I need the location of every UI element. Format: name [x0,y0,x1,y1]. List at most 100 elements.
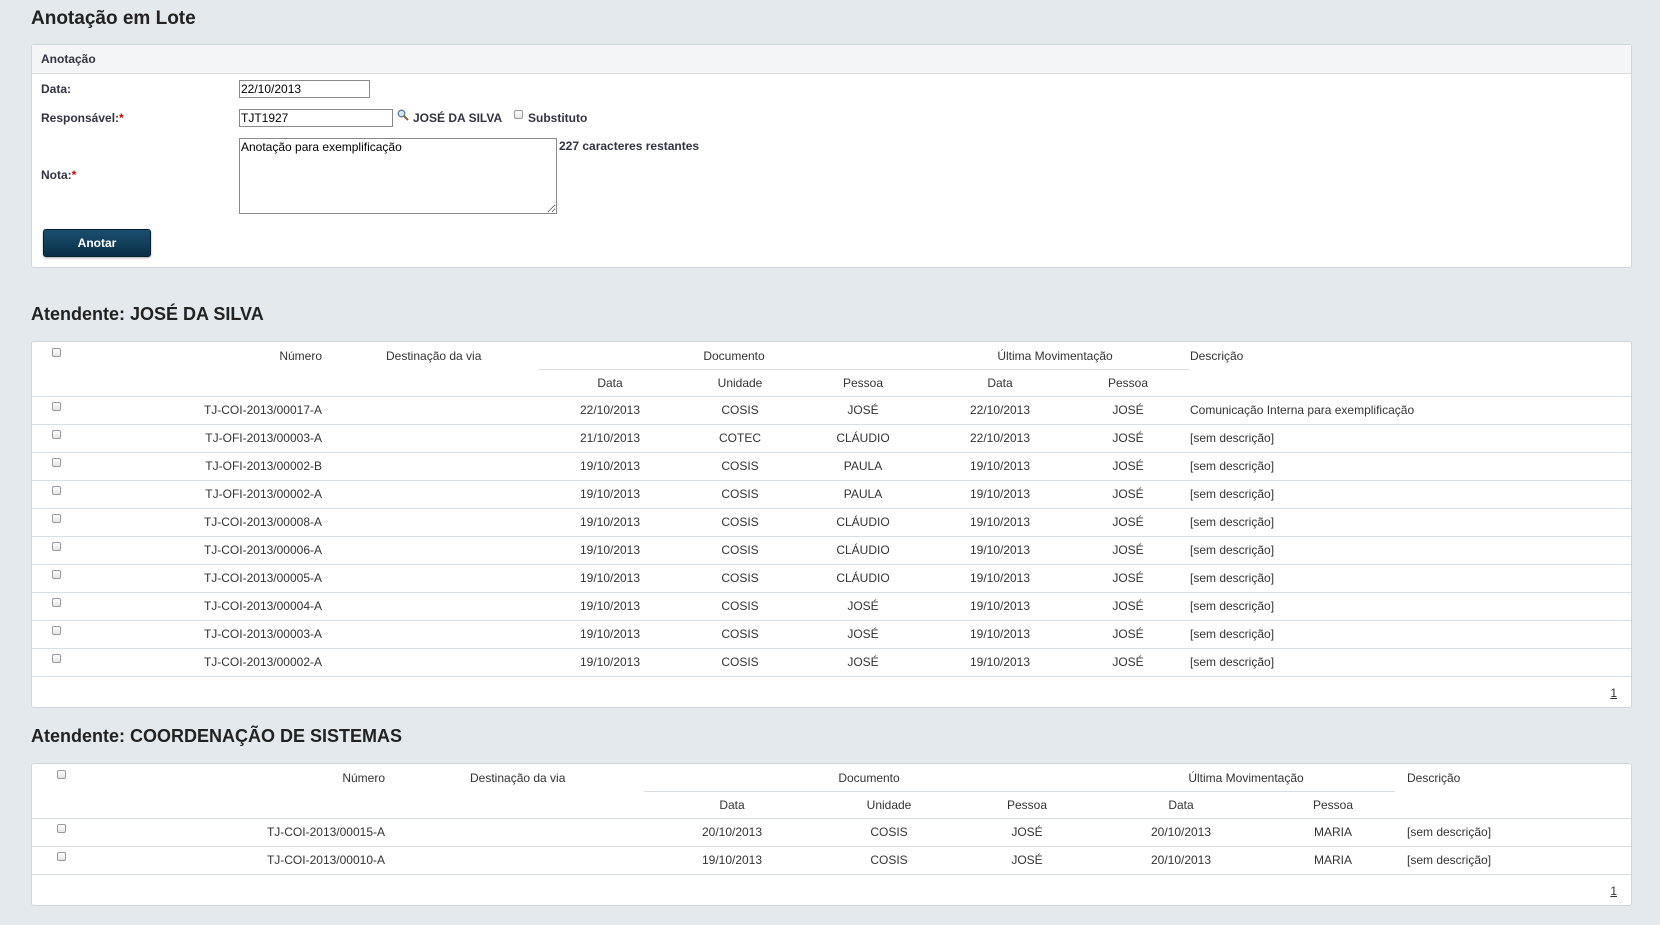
cell-descricao: [sem descrição] [1407,825,1492,839]
cell-descricao: [sem descrição] [1190,543,1275,557]
cell-doc-pessoa: JOSÉ [847,655,879,669]
row-divider [32,536,1631,537]
cell-doc-unidade: COSIS [870,853,908,867]
header-mov-data: Data [1168,798,1194,812]
cell-doc-pessoa: JOSÉ [1011,853,1043,867]
cell-mov-pessoa: JOSÉ [1112,459,1144,473]
row-divider [32,452,1631,453]
cell-doc-data: 20/10/2013 [701,825,763,839]
select-all-checkbox[interactable] [52,348,61,357]
row-checkbox[interactable] [52,626,61,635]
row-checkbox[interactable] [52,486,61,495]
cell-numero: TJ-COI-2013/00004-A [203,599,322,613]
cell-descricao: Comunicação Interna para exemplificação [1190,403,1415,417]
header-bottom-border [32,818,1631,819]
cell-mov-data: 19/10/2013 [969,571,1031,585]
header-documento: Documento [703,349,765,363]
select-all-checkbox[interactable] [57,770,66,779]
row-checkbox[interactable] [52,402,61,411]
row-checkbox[interactable] [52,654,61,663]
header-doc-data: Data [719,798,745,812]
row-checkbox[interactable] [52,570,61,579]
cell-mov-data: 19/10/2013 [969,599,1031,613]
cell-numero: TJ-COI-2013/00008-A [203,515,322,529]
cell-doc-data: 19/10/2013 [579,543,641,557]
nota-textarea[interactable]: Anotação para exemplificação [239,138,557,214]
cell-mov-data: 20/10/2013 [1150,825,1212,839]
cell-descricao: [sem descrição] [1407,853,1492,867]
cell-doc-data: 22/10/2013 [579,403,641,417]
cell-numero: TJ-COI-2013/00005-A [203,571,322,585]
pagination-page-link[interactable]: 1 [1610,686,1617,700]
chars-remaining: 227 caracteres restantes [559,139,700,153]
header-destinacao: Destinação da via [470,771,566,785]
search-icon[interactable] [397,108,409,126]
cell-doc-data: 19/10/2013 [579,515,641,529]
row-divider [32,648,1631,649]
cell-doc-unidade: COSIS [721,403,759,417]
cell-numero: TJ-OFI-2013/00003-A [205,431,322,445]
data-label: Data: [41,82,72,96]
row-checkbox[interactable] [57,824,66,833]
cell-doc-pessoa: CLÁUDIO [836,571,890,585]
header-numero: Número [279,349,322,363]
cell-doc-unidade: COSIS [721,487,759,501]
row-divider [32,676,1631,677]
cell-doc-unidade: COSIS [721,515,759,529]
cell-doc-unidade: COSIS [721,627,759,641]
row-checkbox[interactable] [52,458,61,467]
table1-panel: Número Destinação da via Documento Última M… [31,341,1632,708]
cell-descricao: [sem descrição] [1190,599,1275,613]
header-doc-unidade: Unidade [717,376,763,390]
cell-doc-data: 19/10/2013 [579,627,641,641]
cell-mov-data: 19/10/2013 [969,487,1031,501]
cell-mov-pessoa: JOSÉ [1112,515,1144,529]
row-divider [32,592,1631,593]
header-numero: Número [342,771,385,785]
row-checkbox[interactable] [52,514,61,523]
cell-descricao: [sem descrição] [1190,431,1275,445]
row-checkbox[interactable] [52,430,61,439]
cell-doc-unidade: COSIS [721,599,759,613]
cell-doc-unidade: COSIS [721,543,759,557]
cell-numero: TJ-COI-2013/00002-A [203,655,322,669]
form-section-header: Anotação [32,45,1631,74]
row-checkbox[interactable] [57,852,66,861]
data-field[interactable] [239,80,370,98]
pagination-page-link[interactable]: 1 [1610,884,1617,898]
header-group-divider [644,791,1395,792]
row-divider [32,564,1631,565]
row-checkbox[interactable] [52,542,61,551]
responsavel-label: Responsável:* [41,111,124,125]
cell-numero: TJ-COI-2013/00006-A [203,543,322,557]
cell-numero: TJ-OFI-2013/00002-B [205,459,322,473]
cell-numero: TJ-COI-2013/00010-A [266,853,385,867]
responsavel-field[interactable] [239,109,393,127]
cell-mov-data: 20/10/2013 [1150,853,1212,867]
substituto-checkbox[interactable] [514,110,523,119]
cell-numero: TJ-COI-2013/00017-A [203,403,322,417]
cell-doc-pessoa: CLÁUDIO [836,431,890,445]
row-checkbox[interactable] [52,598,61,607]
cell-mov-pessoa: JOSÉ [1112,403,1144,417]
cell-doc-data: 19/10/2013 [701,853,763,867]
cell-doc-data: 19/10/2013 [579,655,641,669]
row-divider [32,508,1631,509]
annotation-form-panel: Anotação Data: Responsável:* JOSÉ DA SIL… [31,44,1632,268]
header-doc-pessoa: Pessoa [842,376,884,390]
nota-label: Nota:* [41,168,77,182]
table2-panel: Número Destinação da via Documento Última M… [31,763,1632,906]
cell-mov-data: 19/10/2013 [969,543,1031,557]
header-mov-pessoa: Pessoa [1107,376,1149,390]
cell-doc-data: 21/10/2013 [579,431,641,445]
table1-title: Atendente: JOSÉ DA SILVA [31,304,264,324]
cell-doc-pessoa: JOSÉ [1011,825,1043,839]
cell-mov-pessoa: JOSÉ [1112,571,1144,585]
cell-doc-unidade: COTEC [719,431,761,445]
anotar-button[interactable]: Anotar [43,229,151,257]
cell-doc-unidade: COSIS [721,571,759,585]
substituto-label: Substituto [528,111,588,125]
cell-descricao: [sem descrição] [1190,655,1275,669]
cell-doc-data: 19/10/2013 [579,459,641,473]
cell-mov-data: 22/10/2013 [969,431,1031,445]
